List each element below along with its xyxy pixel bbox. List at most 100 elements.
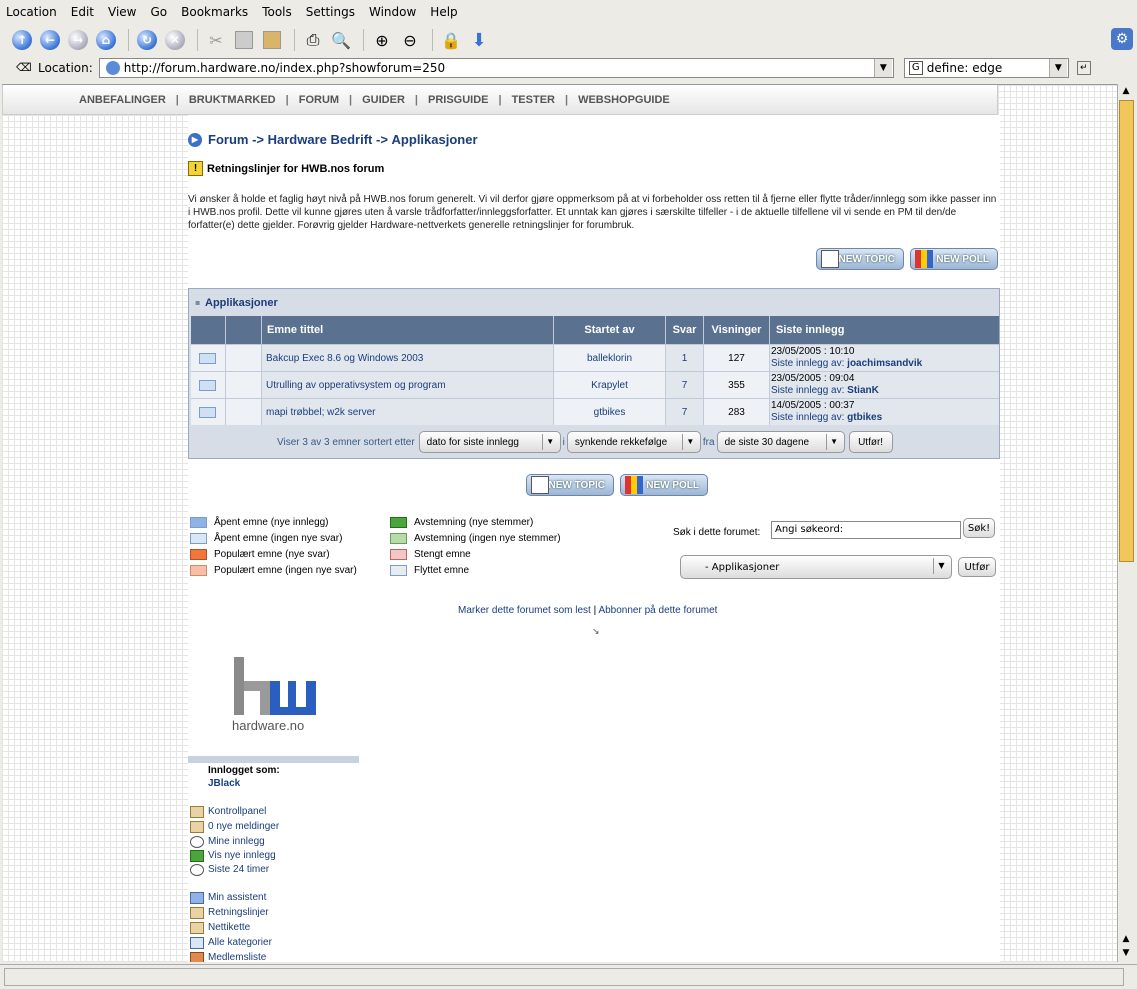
- sidebar-item-assistant[interactable]: Min assistent: [190, 890, 266, 905]
- sort-order-select[interactable]: synkende rekkefølge ▼: [566, 431, 701, 453]
- sidebar-item-last-24h[interactable]: Siste 24 timer: [190, 862, 269, 877]
- zoom-out-button[interactable]: ⊖: [398, 28, 422, 52]
- nav-webshopguide[interactable]: WEBSHOPGUIDE: [578, 94, 670, 106]
- sort-range-select[interactable]: de siste 30 dagene ▼: [716, 431, 845, 453]
- breadcrumb-page[interactable]: Applikasjoner: [392, 132, 478, 147]
- sort-by-select[interactable]: dato for siste innlegg ▼: [418, 431, 561, 453]
- menu-go[interactable]: Go: [151, 5, 168, 19]
- sidebar-item-my-posts[interactable]: Mine innlegg: [190, 834, 265, 849]
- forum-jump-select[interactable]: - Applikasjoner ▼: [680, 555, 952, 579]
- breadcrumb-forum[interactable]: Forum: [208, 132, 248, 147]
- print-button[interactable]: ⎙: [301, 28, 325, 52]
- forum-jump-button[interactable]: Utfør: [958, 557, 996, 577]
- topic-title-link[interactable]: Bakcup Exec 8.6 og Windows 2003: [266, 353, 423, 364]
- copy-button[interactable]: [232, 28, 256, 52]
- breadcrumb-arrow-icon: ▶: [188, 132, 202, 147]
- last-post-label[interactable]: Siste innlegg av:: [771, 358, 844, 369]
- menu-view[interactable]: View: [108, 5, 136, 19]
- menu-bookmarks[interactable]: Bookmarks: [181, 5, 248, 19]
- web-search-input[interactable]: G define: edge ▼: [903, 58, 1069, 78]
- header-last-post[interactable]: Siste innlegg: [770, 316, 999, 344]
- nav-prisguide[interactable]: PRISGUIDE: [428, 94, 489, 106]
- menu-window[interactable]: Window: [369, 5, 416, 19]
- topic-starter-link[interactable]: Krapylet: [591, 380, 628, 391]
- header-replies[interactable]: Svar: [666, 316, 704, 344]
- home-icon: ⌂: [96, 30, 116, 50]
- scroll-thumb[interactable]: [1119, 100, 1134, 562]
- menu-location[interactable]: Location: [6, 5, 57, 19]
- sidebar-item-new-posts[interactable]: Vis nye innlegg: [190, 848, 276, 863]
- sidebar-item-messages[interactable]: 0 nye meldinger: [190, 819, 279, 834]
- footer-sep: |: [593, 605, 597, 616]
- search-dropdown-icon[interactable]: ▼: [1048, 59, 1067, 77]
- scroll-up-icon[interactable]: ▲: [1118, 932, 1134, 946]
- download-button[interactable]: ⬇: [467, 28, 491, 52]
- nav-forum[interactable]: FORUM: [299, 94, 339, 106]
- url-input[interactable]: http://forum.hardware.no/index.php?showf…: [98, 58, 894, 78]
- vertical-scrollbar[interactable]: ▲ ▲ ▼: [1117, 84, 1135, 962]
- last-post-user[interactable]: gtbikes: [847, 412, 882, 423]
- topic-replies[interactable]: 1: [682, 353, 688, 364]
- zoom-in-button[interactable]: ⊕: [370, 28, 394, 52]
- menu-tools[interactable]: Tools: [262, 5, 292, 19]
- paste-button[interactable]: [260, 28, 284, 52]
- last-post-label[interactable]: Siste innlegg av:: [771, 385, 844, 396]
- forward-button[interactable]: →: [66, 28, 90, 52]
- last-post-user[interactable]: StianK: [847, 385, 879, 396]
- topic-replies[interactable]: 7: [682, 407, 688, 418]
- last-post-label[interactable]: Siste innlegg av:: [771, 412, 844, 423]
- topic-starter-link[interactable]: balleklorin: [587, 353, 632, 364]
- menu-settings[interactable]: Settings: [306, 5, 355, 19]
- new-poll-button-bottom[interactable]: NEW POLL: [620, 474, 708, 496]
- stop-button[interactable]: ✕: [163, 28, 187, 52]
- home-button[interactable]: ⌂: [94, 28, 118, 52]
- nav-tester[interactable]: TESTER: [512, 94, 555, 106]
- header-starter[interactable]: Startet av: [554, 316, 666, 344]
- subscribe-link[interactable]: Abbonner på dette forumet: [598, 605, 717, 616]
- topic-starter-link[interactable]: gtbikes: [594, 407, 626, 418]
- forum-search-button[interactable]: Søk!: [963, 518, 995, 538]
- reload-button[interactable]: ↻: [135, 28, 159, 52]
- legend-label: Populært emne (nye svar): [214, 548, 330, 560]
- sidebar-item-label: 0 nye meldinger: [208, 821, 280, 832]
- sidebar-item-rules[interactable]: Retningslinjer: [190, 905, 269, 920]
- logged-in-user[interactable]: JBlack: [208, 778, 240, 789]
- moved-arrow-icon: [390, 564, 407, 576]
- sort-go-button[interactable]: Utfør!: [848, 431, 893, 453]
- sidebar-item-members[interactable]: Medlemsliste: [190, 950, 266, 962]
- new-poll-button[interactable]: NEW POLL: [910, 248, 998, 270]
- last-post-user[interactable]: joachimsandvik: [847, 358, 922, 369]
- envelope-icon: [199, 406, 216, 418]
- go-icon[interactable]: ↵: [1076, 61, 1091, 75]
- forum-jump-value: - Applikasjoner: [705, 561, 780, 573]
- topic-replies[interactable]: 7: [682, 380, 688, 391]
- breadcrumb-section[interactable]: Hardware Bedrift: [268, 132, 373, 147]
- nav-bruktmarked[interactable]: BRUKTMARKED: [189, 94, 276, 106]
- mark-read-link[interactable]: Marker dette forumet som lest: [458, 605, 591, 616]
- forum-search-input[interactable]: Angi søkeord:: [771, 521, 961, 539]
- new-topic-button[interactable]: NEW TOPIC: [816, 248, 904, 270]
- menu-edit[interactable]: Edit: [71, 5, 94, 19]
- new-topic-icon: [821, 250, 839, 268]
- scroll-down-icon[interactable]: ▼: [1118, 946, 1134, 960]
- clear-location-icon[interactable]: ⌫: [16, 61, 32, 74]
- topic-title-link[interactable]: Utrulling av opperativsystem og program: [266, 380, 446, 391]
- new-topic-button-bottom[interactable]: NEW TOPIC: [526, 474, 614, 496]
- up-button[interactable]: ↑: [10, 28, 34, 52]
- sidebar-item-netiquette[interactable]: Nettikette: [190, 920, 250, 935]
- nav-guider[interactable]: GUIDER: [362, 94, 405, 106]
- rules-header: ! Retningslinjer for HWB.nos forum: [188, 161, 384, 176]
- header-title[interactable]: Emne tittel: [262, 316, 554, 344]
- find-button[interactable]: 🔍: [329, 28, 353, 52]
- nav-anbefalinger[interactable]: ANBEFALINGER: [79, 94, 166, 106]
- header-views[interactable]: Visninger: [704, 316, 770, 344]
- menu-help[interactable]: Help: [430, 5, 457, 19]
- url-dropdown-icon[interactable]: ▼: [873, 59, 892, 77]
- topic-title-link[interactable]: mapi trøbbel; w2k server: [266, 407, 375, 418]
- back-button[interactable]: ←: [38, 28, 62, 52]
- sidebar-item-kontrollpanel[interactable]: Kontrollpanel: [190, 804, 266, 819]
- scroll-up-icon[interactable]: ▲: [1118, 84, 1134, 98]
- cut-button[interactable]: ✂: [204, 28, 228, 52]
- sidebar-item-categories[interactable]: Alle kategorier: [190, 935, 272, 950]
- security-button[interactable]: 🔒: [439, 28, 463, 52]
